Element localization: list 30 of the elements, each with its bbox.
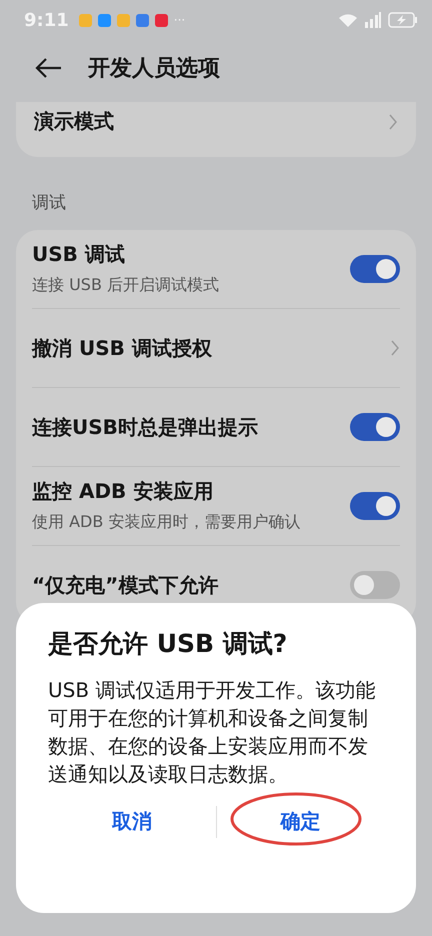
- app-notification-icon: [78, 14, 92, 26]
- setting-title[interactable]: 监控 ADB 安装应用: [32, 478, 340, 505]
- battery-charging-icon: [388, 12, 418, 28]
- settings-item[interactable]: 演示模式: [16, 102, 416, 157]
- wifi-icon: [338, 12, 358, 28]
- toggle-switch[interactable]: [350, 255, 400, 283]
- app-notification-icon: [136, 14, 149, 26]
- toggle-switch[interactable]: [350, 571, 400, 599]
- dialog-title: 是否允许 USB 调试?: [48, 628, 288, 660]
- toggle-switch[interactable]: [350, 492, 400, 520]
- setting-description: 使用 ADB 安装应用时，需要用户确认: [32, 510, 302, 533]
- setting-title[interactable]: USB 调试: [32, 240, 340, 268]
- dialog-button[interactable]: 取消: [96, 800, 168, 843]
- app-notification-icon: [154, 14, 168, 26]
- dialog-message: USB 调试仅适用于开发工作。该功能可用于在您的计算机和设备之间复制数据、在您的设备上安装应用而不发送通知以及读取日志数据。: [48, 677, 376, 788]
- section-header: 调试: [31, 192, 67, 215]
- chevron-icon: [390, 340, 400, 356]
- setting-title[interactable]: “仅充电”模式下允许: [32, 572, 340, 598]
- toggle-switch[interactable]: [350, 413, 400, 441]
- app-notification-icon: [98, 14, 111, 26]
- app-notification-icon: [116, 14, 130, 26]
- page-title: 开发人员选项: [88, 55, 220, 83]
- setting-title[interactable]: 连接USB时总是弹出提示: [32, 414, 340, 440]
- setting-title: 演示模式: [34, 108, 115, 135]
- more-notifications: ···: [174, 13, 186, 27]
- signal-icon: [364, 12, 382, 28]
- setting-description: 连接 USB 后开启调试模式: [32, 274, 220, 296]
- back-arrow-icon[interactable]: [34, 57, 62, 79]
- setting-title[interactable]: 撤消 USB 调试授权: [32, 334, 380, 362]
- chevron-icon: [388, 114, 398, 130]
